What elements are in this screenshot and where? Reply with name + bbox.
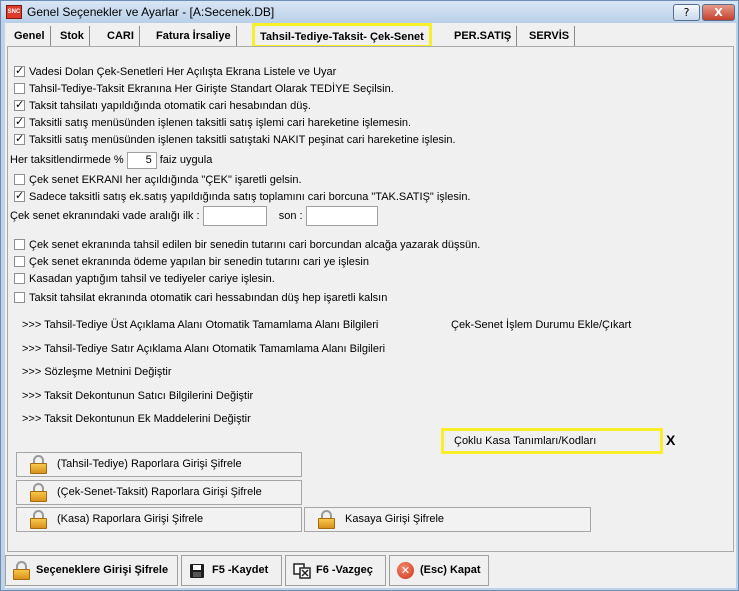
- bottom-toolbar: Seçeneklere Girişi Şifrele F5 -Kaydet F6…: [5, 555, 736, 588]
- checkbox[interactable]: [14, 98, 25, 112]
- button-label: Seçeneklere Girişi Şifrele: [36, 564, 169, 576]
- faiz-row: Her taksitlendirmede % 5 faiz uygula: [10, 151, 212, 169]
- button-label: Kasaya Girişi Şifrele: [345, 513, 445, 525]
- option-taksitli-satis-islemesin[interactable]: Taksitli satış menüsünden işlenen taksit…: [14, 115, 412, 130]
- lock-icon: [29, 455, 48, 474]
- option-kasadan-cariye[interactable]: Kasadan yaptığım tahsil ve tediyeler car…: [14, 272, 275, 286]
- checkbox[interactable]: [14, 83, 25, 94]
- link-cek-senet-durum[interactable]: Çek-Senet İşlem Durumu Ekle/Çıkart: [451, 318, 631, 332]
- checkbox[interactable]: [14, 273, 25, 284]
- button-label: (Esc) Kapat: [420, 564, 481, 576]
- kaydet-button[interactable]: F5 -Kaydet: [181, 555, 282, 586]
- cek-rapor-sifrele-button[interactable]: (Çek-Senet-Taksit) Raporlara Girişi Şifr…: [16, 480, 302, 505]
- option-label: Taksitli satış menüsünden işlenen taksit…: [29, 117, 412, 129]
- checkbox[interactable]: [14, 64, 25, 78]
- button-label: (Kasa) Raporlara Girişi Şifrele: [57, 513, 204, 525]
- option-label: Vadesi Dolan Çek-Senetleri Her Açılışta …: [29, 66, 337, 78]
- kasa-rapor-sifrele-button[interactable]: (Kasa) Raporlara Girişi Şifrele: [16, 507, 302, 532]
- tab-tahsil-tediye-taksit-cek-senet[interactable]: Tahsil-Tediye-Taksit- Çek-Senet: [252, 23, 432, 48]
- tab-genel[interactable]: Genel: [9, 26, 51, 46]
- checkbox[interactable]: [14, 256, 25, 267]
- link-sozlesme[interactable]: >>> Sözleşme Metnini Değiştir: [22, 365, 171, 379]
- tab-fatura-irsaliye[interactable]: Fatura İrsaliye: [151, 26, 237, 46]
- checkbox[interactable]: [14, 115, 25, 129]
- vade-ilk-label: Çek senet ekranındaki vade aralığı ilk :: [10, 210, 200, 222]
- option-vadesi-dolan[interactable]: Vadesi Dolan Çek-Senetleri Her Açılışta …: [14, 64, 337, 79]
- window-title: Genel Seçenekler ve Ayarlar - [A:Secenek…: [27, 5, 275, 19]
- link-ust-aciklama[interactable]: >>> Tahsil-Tediye Üst Açıklama Alanı Oto…: [22, 318, 378, 332]
- option-label: Taksit tahsilat ekranında otomatik cari …: [29, 292, 388, 304]
- vade-son-input[interactable]: [305, 206, 378, 227]
- title-bar[interactable]: SNC Genel Seçenekler ve Ayarlar - [A:Sec…: [1, 1, 738, 23]
- link-satici-bilgileri[interactable]: >>> Taksit Dekontunun Satıcı Bilgilerini…: [22, 389, 253, 403]
- option-label: Kasadan yaptığım tahsil ve tediyeler car…: [29, 273, 275, 285]
- option-odeme-cariye[interactable]: Çek senet ekranında ödeme yapılan bir se…: [14, 255, 369, 269]
- faiz-input[interactable]: 5: [126, 151, 157, 169]
- vade-ilk-input[interactable]: [202, 206, 267, 227]
- tab-cari[interactable]: CARI: [102, 26, 140, 46]
- vazgec-button[interactable]: F6 -Vazgeç: [285, 555, 386, 586]
- main-window: SNC Genel Seçenekler ve Ayarlar - [A:Sec…: [0, 0, 739, 591]
- vade-son-label: son :: [278, 210, 303, 222]
- close-icon: ✕: [397, 562, 414, 579]
- link-ek-maddeler[interactable]: >>> Taksit Dekontunun Ek Maddelerini Değ…: [22, 412, 251, 426]
- option-label: Çek senet ekranında ödeme yapılan bir se…: [29, 256, 369, 268]
- checkbox[interactable]: [14, 189, 25, 203]
- option-label: Taksit tahsilatı yapıldığında otomatik c…: [29, 100, 311, 112]
- kapat-button[interactable]: ✕ (Esc) Kapat: [389, 555, 489, 586]
- option-nakit-pesinat[interactable]: Taksitli satış menüsünden işlenen taksit…: [14, 132, 456, 147]
- option-label: Tahsil-Tediye-Taksit Ekranına Her Girişt…: [29, 83, 394, 95]
- tab-stok[interactable]: Stok: [55, 26, 90, 46]
- link-satir-aciklama[interactable]: >>> Tahsil-Tediye Satır Açıklama Alanı O…: [22, 342, 385, 356]
- lock-icon: [317, 510, 336, 529]
- option-label: Sadece taksitli satış ek.satış yapıldığı…: [29, 191, 471, 203]
- option-label: Çek senet EKRANI her açıldığında "ÇEK" i…: [29, 174, 302, 186]
- kasa-giris-sifrele-button[interactable]: Kasaya Girişi Şifrele: [304, 507, 591, 532]
- button-label: F5 -Kaydet: [212, 564, 269, 576]
- option-tediye-standart[interactable]: Tahsil-Tediye-Taksit Ekranına Her Girişt…: [14, 82, 394, 96]
- save-icon: [190, 564, 204, 578]
- lock-icon: [29, 483, 48, 502]
- faiz-prefix-label: Her taksitlendirmede %: [10, 154, 124, 166]
- tab-per-satis[interactable]: PER.SATIŞ: [449, 26, 518, 46]
- x-mark-label[interactable]: X: [666, 433, 675, 447]
- button-label: (Çek-Senet-Taksit) Raporlara Girişi Şifr…: [57, 486, 262, 498]
- tahsil-rapor-sifrele-button[interactable]: (Tahsil-Tediye) Raporlara Girişi Şifrele: [16, 452, 302, 477]
- lock-icon: [12, 561, 31, 580]
- close-window-button[interactable]: X: [702, 4, 735, 21]
- checkbox[interactable]: [14, 132, 25, 146]
- vade-araligi-row: Çek senet ekranındaki vade aralığı ilk :…: [10, 205, 378, 227]
- lock-icon: [29, 510, 48, 529]
- dialog-client: Genel Stok CARI Fatura İrsaliye Tahsil-T…: [5, 23, 736, 588]
- option-tak-satis[interactable]: Sadece taksitli satış ek.satış yapıldığı…: [14, 189, 471, 204]
- cancel-icon: [293, 563, 311, 579]
- option-cek-isaretli[interactable]: Çek senet EKRANI her açıldığında "ÇEK" i…: [14, 173, 302, 187]
- option-label: Taksitli satış menüsünden işlenen taksit…: [29, 134, 456, 146]
- tab-panel: Vadesi Dolan Çek-Senetleri Her Açılışta …: [7, 46, 734, 552]
- checkbox[interactable]: [14, 292, 25, 303]
- checkbox[interactable]: [14, 239, 25, 250]
- option-taksit-tahsilat-dus[interactable]: Taksit tahsilatı yapıldığında otomatik c…: [14, 98, 311, 113]
- option-label: Çek senet ekranında tahsil edilen bir se…: [29, 239, 481, 251]
- button-label: (Tahsil-Tediye) Raporlara Girişi Şifrele: [57, 458, 242, 470]
- button-label: F6 -Vazgeç: [316, 564, 373, 576]
- secenek-sifrele-button[interactable]: Seçeneklere Girişi Şifrele: [5, 555, 178, 586]
- help-button[interactable]: ?: [673, 4, 700, 21]
- faiz-suffix-label: faiz uygula: [159, 154, 213, 166]
- option-hep-isaretli[interactable]: Taksit tahsilat ekranında otomatik cari …: [14, 291, 387, 305]
- option-alacaga-yazarak[interactable]: Çek senet ekranında tahsil edilen bir se…: [14, 238, 480, 252]
- app-icon: SNC: [6, 5, 22, 19]
- checkbox[interactable]: [14, 174, 25, 185]
- coklu-kasa-button[interactable]: Çoklu Kasa Tanımları/Kodları: [441, 428, 663, 454]
- tab-servis[interactable]: SERVİS: [524, 26, 576, 46]
